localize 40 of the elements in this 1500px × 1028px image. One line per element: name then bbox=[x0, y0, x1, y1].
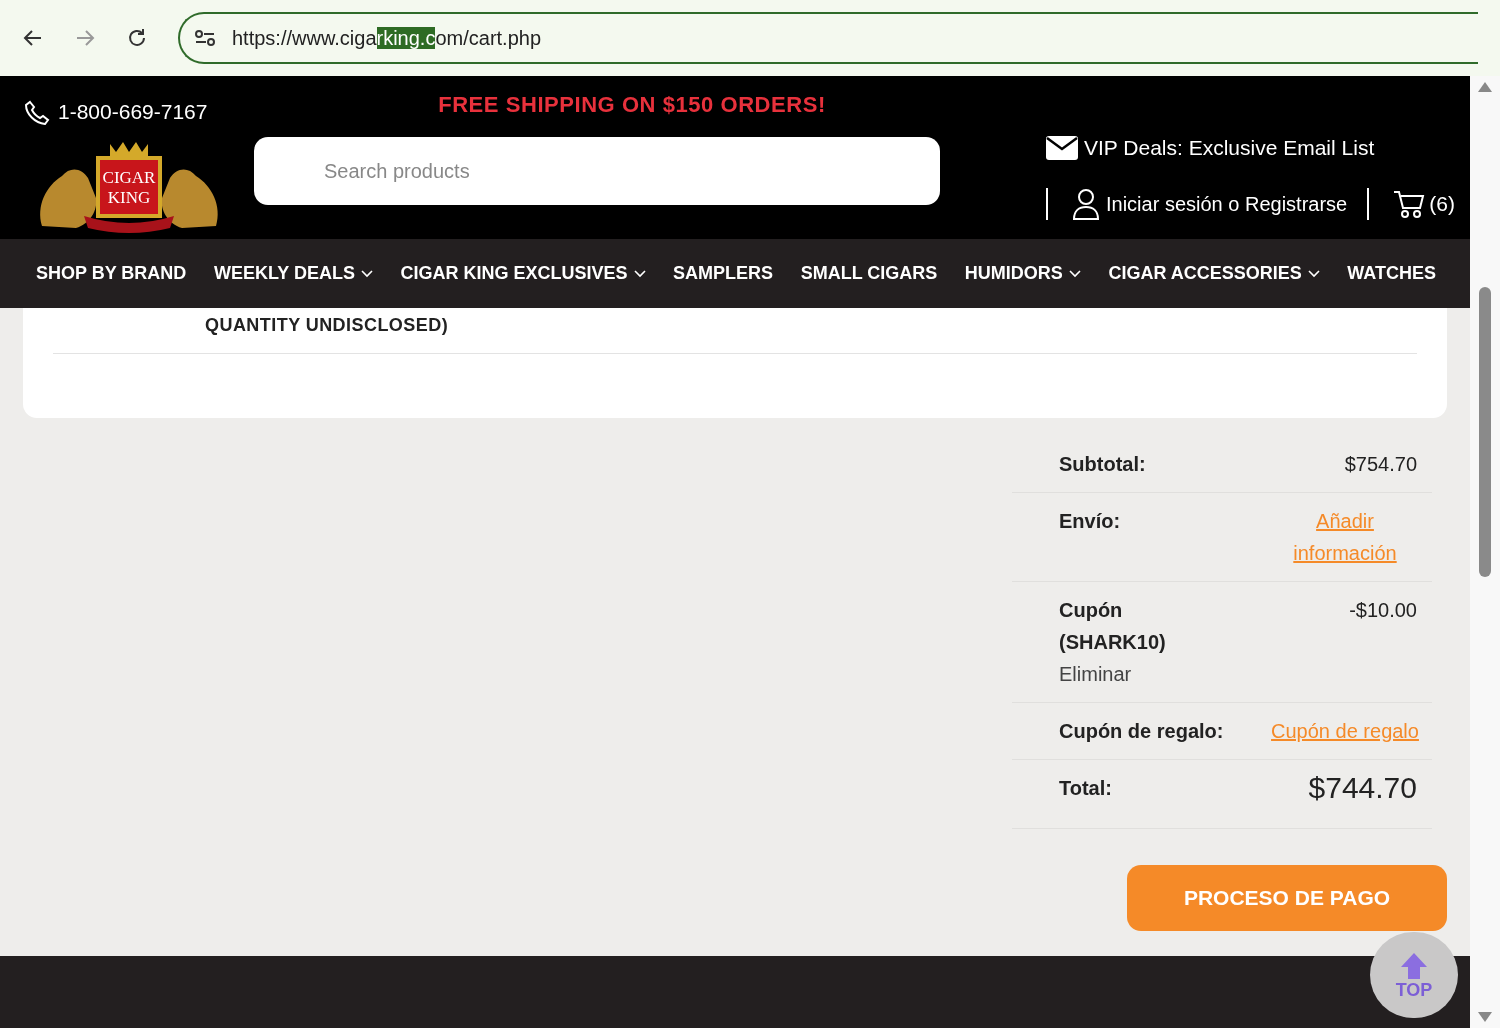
scrollbar[interactable] bbox=[1470, 76, 1500, 1028]
promo-text: FREE SHIPPING ON $150 ORDERS! bbox=[438, 91, 826, 119]
cart-count: (6) bbox=[1429, 190, 1455, 217]
reload-icon[interactable] bbox=[126, 27, 148, 49]
nav-link[interactable]: WATCHES bbox=[1347, 260, 1436, 287]
chevron-down-icon bbox=[1307, 269, 1320, 278]
nav-link[interactable]: SHOP BY BRAND bbox=[36, 260, 187, 287]
chevron-down-icon bbox=[1068, 269, 1081, 278]
nav-link[interactable]: CIGAR ACCESSORIES bbox=[1108, 260, 1320, 287]
summary-label: Subtotal: bbox=[1059, 452, 1146, 477]
nav-link[interactable]: SAMPLERS bbox=[673, 260, 774, 287]
chevron-down-icon bbox=[633, 269, 646, 278]
nav-link[interactable]: HUMIDORS bbox=[964, 260, 1081, 287]
summary-label: Cupón (SHARK10) bbox=[1059, 598, 1167, 655]
arrow-up-icon bbox=[1399, 951, 1429, 981]
phone-number[interactable]: 1-800-669-7167 bbox=[58, 96, 208, 128]
discount-value: -$10.00 bbox=[1349, 598, 1417, 623]
phone-icon bbox=[24, 98, 50, 125]
chevron-down-icon bbox=[360, 269, 373, 278]
scroll-down-icon[interactable] bbox=[1478, 1012, 1492, 1022]
summary-label: Envío: bbox=[1059, 509, 1121, 534]
login-link[interactable]: Iniciar sesión o Registrarse bbox=[1106, 188, 1348, 219]
nav-link[interactable]: CIGAR KING EXCLUSIVES bbox=[400, 260, 646, 287]
site-settings-icon[interactable] bbox=[194, 28, 216, 48]
summary-label: Cupón de regalo: bbox=[1059, 719, 1224, 744]
scrollbar-thumb[interactable] bbox=[1479, 287, 1491, 577]
search-field[interactable]: Search products bbox=[254, 137, 940, 205]
product-name[interactable]: QUANTITY UNDISCLOSED) bbox=[53, 312, 1417, 339]
cart-icon[interactable] bbox=[1393, 188, 1426, 219]
scroll-up-icon[interactable] bbox=[1478, 82, 1492, 92]
user-icon bbox=[1072, 187, 1100, 220]
envelope-icon bbox=[1046, 135, 1078, 160]
nav-link[interactable]: SMALL CIGARS bbox=[800, 260, 938, 287]
remove-link[interactable]: Eliminar bbox=[1059, 658, 1179, 690]
logo[interactable]: CIGAR KING bbox=[32, 135, 226, 236]
nav-link[interactable]: WEEKLY DEALS bbox=[213, 260, 373, 287]
total-value: $744.70 bbox=[1308, 770, 1417, 806]
summary-value: $754.70 bbox=[1344, 452, 1417, 477]
email-list-link[interactable]: VIP Deals: Exclusive Email List bbox=[1084, 132, 1375, 164]
summary-label: Total: bbox=[1059, 776, 1112, 801]
